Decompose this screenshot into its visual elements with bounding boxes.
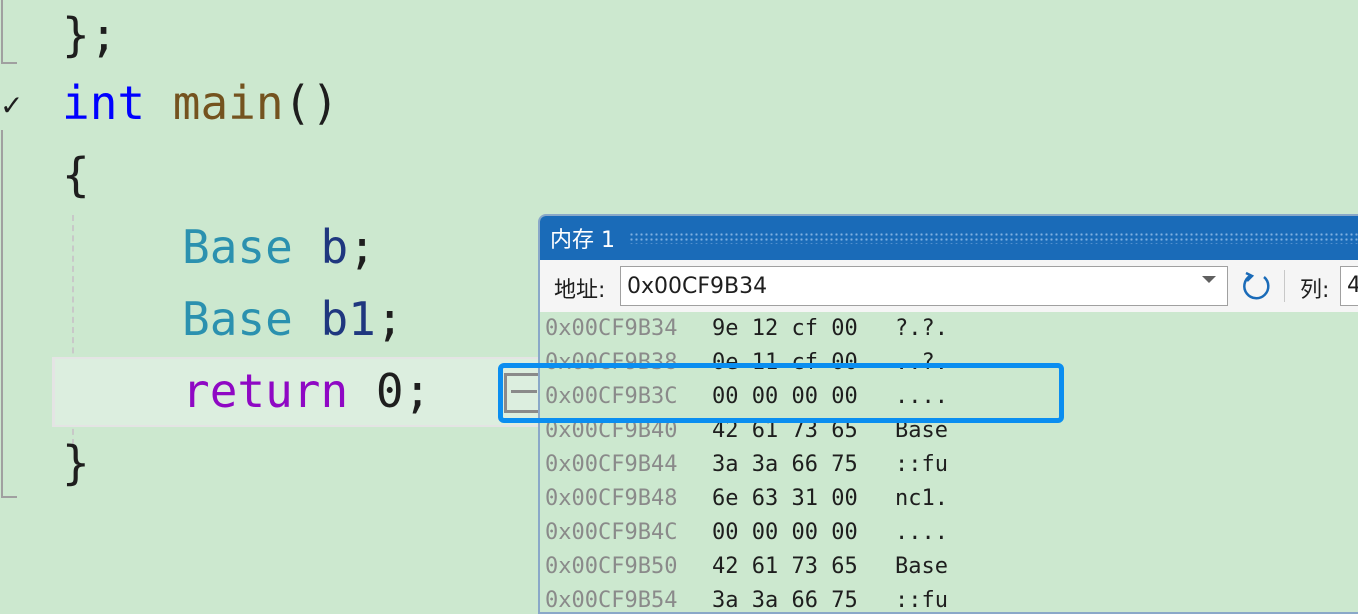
memory-ascii: ?.?.	[895, 316, 948, 341]
memory-row[interactable]: 0x00CF9B48 6e 63 31 00 nc1.	[540, 482, 1358, 516]
memory-bytes: 0e 11 cf 00	[712, 350, 858, 375]
memory-ascii: ....	[895, 384, 948, 409]
code-token: b1	[320, 292, 376, 346]
code-token: main	[172, 76, 284, 130]
memory-ascii: nc1.	[895, 486, 948, 511]
code-line-open-brace[interactable]: {	[62, 140, 90, 210]
memory-row[interactable]: 0x00CF9B34 9e 12 cf 00?.?.	[540, 312, 1358, 346]
memory-row[interactable]: 0x00CF9B40 42 61 73 65 Base	[540, 414, 1358, 448]
memory-ascii: ::fu	[895, 452, 948, 477]
code-token: ;	[348, 220, 376, 274]
refresh-icon[interactable]	[1240, 270, 1272, 302]
code-line-return[interactable]: return 0;	[182, 356, 431, 426]
code-line-close-struct[interactable]: };	[62, 0, 117, 70]
memory-window-title: 内存 1	[550, 228, 615, 253]
code-token: b	[320, 220, 349, 274]
code-token: }	[62, 436, 90, 490]
memory-bytes: 42 61 73 65	[712, 554, 858, 579]
memory-address: 0x00CF9B54	[545, 588, 678, 613]
memory-address: 0x00CF9B50	[545, 554, 678, 579]
code-token: 0;	[348, 364, 432, 418]
collapse-toggle-icon[interactable]: ✓	[0, 92, 23, 120]
memory-bytes: 42 61 73 65	[712, 418, 858, 443]
memory-ascii: Base	[895, 554, 948, 579]
memory-row[interactable]: 0x00CF9B54 3a 3a 66 75::fu	[540, 584, 1358, 613]
memory-row[interactable]: 0x00CF9B44 3a 3a 66 75::fu	[540, 448, 1358, 482]
memory-ascii: ....	[895, 520, 948, 545]
column-count-select[interactable]: 4	[1340, 266, 1358, 306]
memory-address: 0x00CF9B40	[545, 418, 678, 443]
memory-bytes: 3a 3a 66 75	[712, 588, 858, 613]
column-label: 列:	[1300, 278, 1330, 303]
code-line-decl-b1[interactable]: Base b1;	[182, 284, 404, 354]
memory-bytes: 00 00 00 00	[712, 384, 858, 409]
memory-address: 0x00CF9B38	[545, 350, 678, 375]
code-token: ;	[375, 292, 404, 346]
toolbar-separator	[1284, 270, 1285, 302]
code-line-main-decl[interactable]: int main()	[62, 68, 339, 138]
memory-window[interactable]: 内存 1 地址: 列: 4 0x00CF9B349e 12 cf 00?.?.0…	[538, 214, 1358, 614]
address-label: 地址:	[554, 278, 606, 303]
code-token: };	[62, 8, 118, 62]
code-token: {	[62, 148, 90, 202]
memory-ascii: ..?.	[895, 350, 948, 375]
memory-bytes: 00 00 00 00	[712, 520, 858, 545]
memory-address: 0x00CF9B4C	[545, 520, 678, 545]
code-token: Base	[182, 220, 293, 274]
peek-tooltip-handle[interactable]	[504, 373, 538, 413]
memory-bytes: 9e 12 cf 00	[712, 316, 858, 341]
memory-row[interactable]: 0x00CF9B50 42 61 73 65 Base	[540, 550, 1358, 584]
outline-margin-main	[0, 130, 17, 500]
code-token: ()	[283, 76, 339, 130]
outline-margin-top	[0, 0, 17, 70]
memory-bytes: 3a 3a 66 75	[712, 452, 858, 477]
code-line-close-brace[interactable]: }	[62, 428, 90, 498]
code-token: int	[62, 76, 146, 130]
memory-row[interactable]: 0x00CF9B38 0e 11 cf 00..?.	[540, 346, 1358, 380]
chevron-down-icon[interactable]	[1202, 276, 1216, 283]
code-token: return	[182, 364, 349, 418]
memory-address: 0x00CF9B3C	[545, 384, 678, 409]
memory-bytes: 6e 63 31 00	[712, 486, 858, 511]
memory-toolbar: 地址: 列: 4	[540, 260, 1358, 312]
address-input[interactable]	[620, 266, 1228, 306]
memory-address: 0x00CF9B34	[545, 316, 678, 341]
memory-ascii: Base	[895, 418, 948, 443]
code-line-decl-b[interactable]: Base b;	[182, 212, 376, 282]
code-token: Base	[182, 292, 293, 346]
titlebar-grip[interactable]	[629, 232, 1358, 244]
memory-address: 0x00CF9B48	[545, 486, 678, 511]
memory-row[interactable]: 0x00CF9B3C 00 00 00 00....	[540, 380, 1358, 414]
memory-row[interactable]: 0x00CF9B4C 00 00 00 00....	[540, 516, 1358, 550]
memory-ascii: ::fu	[895, 588, 948, 613]
memory-window-titlebar[interactable]: 内存 1	[540, 216, 1358, 260]
memory-address: 0x00CF9B44	[545, 452, 678, 477]
